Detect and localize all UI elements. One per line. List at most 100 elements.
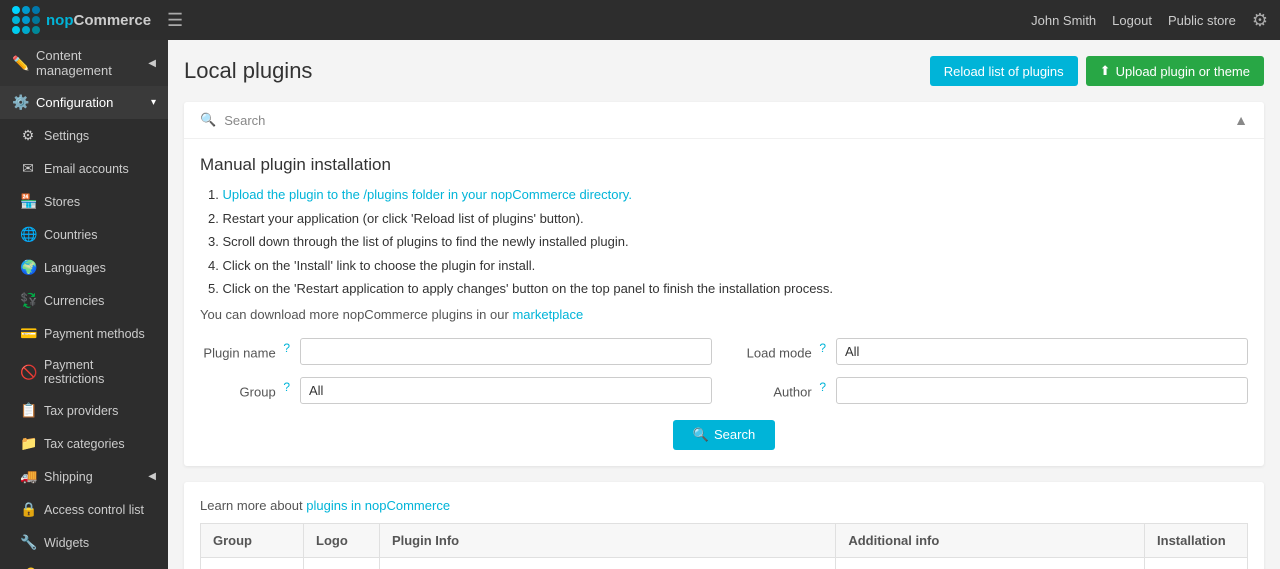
sidebar-item-settings[interactable]: ⚙ Settings bbox=[0, 119, 168, 152]
dot bbox=[22, 16, 30, 24]
payment-icon: 💳 bbox=[20, 325, 36, 342]
sidebar-item-currencies[interactable]: 💱 Currencies bbox=[0, 284, 168, 317]
sidebar-item-configuration[interactable]: ⚙️ Configuration ▾ bbox=[0, 86, 168, 119]
manual-title: Manual plugin installation bbox=[200, 155, 1248, 175]
top-nav: nopCommerce ☰ John Smith Logout Public s… bbox=[0, 0, 1280, 40]
author-input[interactable] bbox=[836, 377, 1248, 404]
dot bbox=[32, 26, 40, 34]
group-help[interactable]: ? bbox=[283, 380, 290, 394]
public-store-link[interactable]: Public store bbox=[1168, 13, 1236, 28]
logo-nop: nop bbox=[46, 12, 74, 29]
plugins-table-card: Learn more about plugins in nopCommerce … bbox=[184, 482, 1264, 569]
plugins-table-body: Learn more about plugins in nopCommerce … bbox=[184, 482, 1264, 569]
table-row: Nop-Station bbox=[201, 557, 1248, 569]
dot bbox=[22, 26, 30, 34]
sidebar-item-shipping[interactable]: 🚚 Shipping ◀ bbox=[0, 460, 168, 493]
col-logo: Logo bbox=[304, 523, 380, 557]
sidebar-label: Payment restrictions bbox=[44, 358, 156, 386]
page-header: Local plugins Reload list of plugins ⬆ U… bbox=[184, 56, 1264, 86]
author-group: Author ? bbox=[736, 377, 1248, 404]
countries-icon: 🌐 bbox=[20, 226, 36, 243]
stores-icon: 🏪 bbox=[20, 193, 36, 210]
sidebar-item-email-accounts[interactable]: ✉ Email accounts bbox=[0, 152, 168, 185]
load-mode-label: Load mode ? bbox=[736, 341, 826, 360]
col-group: Group bbox=[201, 523, 304, 557]
currencies-icon: 💱 bbox=[20, 292, 36, 309]
sidebar-label: Settings bbox=[44, 129, 89, 143]
sidebar-item-tax-providers[interactable]: 📋 Tax providers bbox=[0, 394, 168, 427]
marketplace-link[interactable]: marketplace bbox=[512, 307, 583, 322]
header-buttons: Reload list of plugins ⬆ Upload plugin o… bbox=[930, 56, 1264, 86]
restrictions-icon: 🚫 bbox=[20, 364, 36, 381]
sidebar-item-payment-methods[interactable]: 💳 Payment methods bbox=[0, 317, 168, 350]
search-btn-icon: 🔍 bbox=[693, 427, 709, 443]
cell-group: Nop-Station bbox=[201, 557, 304, 569]
card-header[interactable]: 🔍 Search ▲ bbox=[184, 102, 1264, 139]
sidebar-item-tax-categories[interactable]: 📁 Tax categories bbox=[0, 427, 168, 460]
load-mode-select[interactable]: All Installed only Not installed only bbox=[836, 338, 1248, 365]
sidebar-label: Countries bbox=[44, 228, 98, 242]
top-nav-right: John Smith Logout Public store ⚙ bbox=[1031, 10, 1268, 31]
sidebar-item-content-management[interactable]: ✏️ Content management ◀ bbox=[0, 40, 168, 86]
sidebar-label: Access control list bbox=[44, 503, 144, 517]
sidebar-label: Tax providers bbox=[44, 404, 118, 418]
menu-toggle-icon[interactable]: ☰ bbox=[167, 10, 183, 31]
widgets-icon: 🔧 bbox=[20, 534, 36, 551]
cell-logo: SMS.to bbox=[304, 557, 380, 569]
search-btn-row: 🔍 Search bbox=[200, 420, 1248, 450]
sidebar-label: Widgets bbox=[44, 536, 89, 550]
cell-additional-info: Version: 4.50.1.0 Author: Nop-Station Te… bbox=[836, 557, 1145, 569]
install-step-4: Click on the 'Install' link to choose th… bbox=[208, 256, 1248, 276]
table-body: Nop-Station bbox=[201, 557, 1248, 569]
table-header: Group Logo Plugin Info Additional info I… bbox=[201, 523, 1248, 557]
dot bbox=[32, 6, 40, 14]
upload-icon: ⬆ bbox=[1100, 63, 1111, 79]
plugin-name-input[interactable] bbox=[300, 338, 712, 365]
install-step-3: Scroll down through the list of plugins … bbox=[208, 232, 1248, 252]
dot bbox=[32, 16, 40, 24]
sidebar-label: Content management bbox=[36, 48, 140, 78]
author-help[interactable]: ? bbox=[819, 380, 826, 394]
filter-grid: Plugin name ? Load mode ? All Installed … bbox=[200, 338, 1248, 404]
languages-icon: 🌍 bbox=[20, 259, 36, 276]
search-button[interactable]: 🔍 Search bbox=[673, 420, 775, 450]
main-content: Local plugins Reload list of plugins ⬆ U… bbox=[168, 40, 1280, 569]
sidebar-label: Languages bbox=[44, 261, 106, 275]
logo: nopCommerce bbox=[12, 6, 151, 34]
chevron-icon: ◀ bbox=[148, 58, 156, 69]
col-plugin-info: Plugin Info bbox=[379, 523, 835, 557]
reload-plugins-button[interactable]: Reload list of plugins bbox=[930, 56, 1078, 86]
plugin-name-help[interactable]: ? bbox=[283, 341, 290, 355]
collapse-icon[interactable]: ▲ bbox=[1234, 112, 1248, 128]
sidebar-item-languages[interactable]: 🌍 Languages bbox=[0, 251, 168, 284]
plugins-nopcommerce-link[interactable]: plugins in nopCommerce bbox=[306, 498, 450, 513]
load-mode-help[interactable]: ? bbox=[819, 341, 826, 355]
chevron-icon: ◀ bbox=[148, 471, 156, 482]
sidebar-label: Payment methods bbox=[44, 327, 145, 341]
sidebar-item-payment-restrictions[interactable]: 🚫 Payment restrictions bbox=[0, 350, 168, 394]
tax-categories-icon: 📁 bbox=[20, 435, 36, 452]
dot bbox=[12, 6, 20, 14]
sidebar-item-stores[interactable]: 🏪 Stores bbox=[0, 185, 168, 218]
sidebar-item-access-control[interactable]: 🔒 Access control list bbox=[0, 493, 168, 526]
cell-installation: Install Delete bbox=[1145, 557, 1248, 569]
step-1-link[interactable]: Upload the plugin to the /plugins folder… bbox=[222, 187, 631, 202]
sidebar-label: Configuration bbox=[36, 95, 113, 110]
access-icon: 🔒 bbox=[20, 501, 36, 518]
username: John Smith bbox=[1031, 13, 1096, 28]
sidebar-item-widgets[interactable]: 🔧 Widgets bbox=[0, 526, 168, 559]
sidebar-label: Shipping bbox=[44, 470, 93, 484]
upload-plugin-button[interactable]: ⬆ Upload plugin or theme bbox=[1086, 56, 1264, 86]
logout-link[interactable]: Logout bbox=[1112, 13, 1152, 28]
group-group: Group ? All Nop-Station Payment Shipping bbox=[200, 377, 712, 404]
more-info: You can download more nopCommerce plugin… bbox=[200, 307, 1248, 322]
install-steps: Upload the plugin to the /plugins folder… bbox=[200, 185, 1248, 299]
sidebar-item-authentication[interactable]: 🔑 Authentication ◀ bbox=[0, 559, 168, 569]
sidebar-label: Tax categories bbox=[44, 437, 125, 451]
cell-plugin-info: Nop-Station Sms.To This plugin allows to… bbox=[379, 557, 835, 569]
sidebar-item-countries[interactable]: 🌐 Countries bbox=[0, 218, 168, 251]
shipping-icon: 🚚 bbox=[20, 468, 36, 485]
sidebar: ✏️ Content management ◀ ⚙️ Configuration… bbox=[0, 40, 168, 569]
group-select[interactable]: All Nop-Station Payment Shipping bbox=[300, 377, 712, 404]
settings-cog-icon[interactable]: ⚙ bbox=[1252, 10, 1268, 31]
